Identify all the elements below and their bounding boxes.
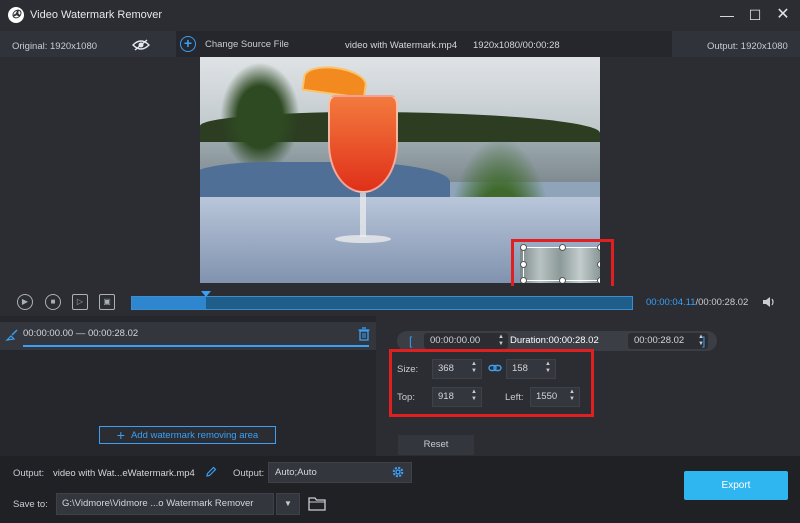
video-glass-stem (360, 193, 366, 237)
change-source-label: Change Source File (205, 38, 289, 50)
save-to-dropdown[interactable]: ▼ (276, 493, 300, 515)
footer: Output: video with Wat...eWatermark.mp4 … (0, 456, 800, 523)
plus-circle-icon: + (180, 36, 196, 52)
timeline-slider[interactable] (131, 291, 633, 310)
video-glass-foot (335, 235, 391, 243)
preview-area (0, 57, 800, 286)
output-format-label: Output: (233, 468, 265, 479)
info-bar: Original: 1920x1080 + Change Source File… (0, 31, 800, 57)
output-resolution: Output: 1920x1080 (707, 41, 788, 52)
clip-list-panel: 00:00:00.00 — 00:00:28.02 + Add watermar… (0, 316, 376, 456)
output-label: Output: (13, 468, 45, 479)
original-resolution: Original: 1920x1080 (12, 41, 98, 52)
video-bush (220, 62, 300, 172)
save-to-label: Save to: (13, 499, 48, 510)
title-bar: ✇ Video Watermark Remover — ☐ ✕ (0, 0, 800, 31)
output-format-value: Auto;Auto (275, 467, 317, 478)
highlight-box-fields (389, 349, 594, 417)
time-range-strip: [ 00:00:00.00 ▲ ▼ Duration:00:00:28.02 00… (397, 331, 717, 351)
eye-icon[interactable] (132, 39, 150, 51)
clip-range-bar (23, 345, 369, 347)
start-time-stepper[interactable]: ▲ ▼ (497, 334, 505, 348)
volume-icon[interactable] (762, 295, 776, 309)
chevron-down-icon: ▼ (284, 499, 292, 508)
set-start-button[interactable]: [ (409, 334, 412, 348)
close-button[interactable]: ✕ (772, 5, 794, 25)
add-watermark-area-button[interactable]: + Add watermark removing area (99, 426, 276, 444)
maximize-button[interactable]: ☐ (744, 5, 766, 25)
timeline-played (132, 297, 206, 309)
snapshot-button[interactable]: ▣ (99, 294, 115, 310)
add-watermark-area-label: Add watermark removing area (130, 429, 259, 441)
reset-button[interactable]: Reset (398, 435, 474, 455)
brush-icon (5, 329, 18, 341)
duration-label: Duration:00:00:28.02 (510, 335, 599, 346)
start-time-field[interactable]: 00:00:00.00 ▲ ▼ (424, 333, 508, 349)
play-icon: ▶ (21, 297, 29, 306)
file-name: video with Watermark.mp4 (345, 40, 458, 51)
file-meta: 1920x1080/00:00:28 (473, 40, 560, 51)
save-to-path-field[interactable]: G:\Vidmore\Vidmore ...o Watermark Remove… (56, 493, 274, 515)
stop-button[interactable]: ■ (45, 294, 61, 310)
time-total: /00:00:28.02 (695, 297, 749, 308)
settings-panel: [ 00:00:00.00 ▲ ▼ Duration:00:00:28.02 00… (376, 316, 800, 456)
trash-icon[interactable] (358, 327, 370, 341)
minimize-button[interactable]: — (716, 5, 738, 25)
app-logo-icon: ✇ (8, 7, 24, 23)
pencil-icon[interactable] (205, 466, 217, 478)
time-current: 00:00:04.11 (646, 297, 696, 308)
playback-bar: ▶ ■ ▷ ▣ 00:00:04.11/00:00:28.02 (0, 286, 800, 316)
highlight-box-preview (511, 239, 614, 291)
export-button[interactable]: Export (684, 471, 788, 500)
gear-icon[interactable] (391, 465, 405, 479)
playhead[interactable] (201, 291, 211, 297)
plus-icon: + (116, 427, 125, 443)
clip-row[interactable]: 00:00:00.00 — 00:00:28.02 (0, 322, 376, 350)
set-end-button[interactable]: ] (702, 334, 705, 348)
change-source-button[interactable]: + Change Source File (180, 35, 289, 53)
start-time-value: 00:00:00.00 (430, 335, 481, 346)
stop-icon: ■ (50, 297, 56, 306)
clip-icon: ▣ (103, 297, 111, 306)
next-frame-button[interactable]: ▷ (72, 294, 88, 310)
folder-icon[interactable] (308, 496, 326, 511)
app-title: Video Watermark Remover (30, 9, 163, 21)
end-time-value: 00:00:28.02 (634, 335, 685, 346)
end-time-field[interactable]: 00:00:28.02 ▲ ▼ (628, 333, 708, 349)
play-button[interactable]: ▶ (17, 294, 33, 310)
output-file-name: video with Wat...eWatermark.mp4 (53, 468, 195, 479)
video-glass (328, 95, 398, 193)
time-readout: 00:00:04.11/00:00:28.02 (646, 297, 748, 308)
frame-icon: ▷ (76, 297, 84, 306)
clip-range: 00:00:00.00 — 00:00:28.02 (23, 328, 139, 339)
